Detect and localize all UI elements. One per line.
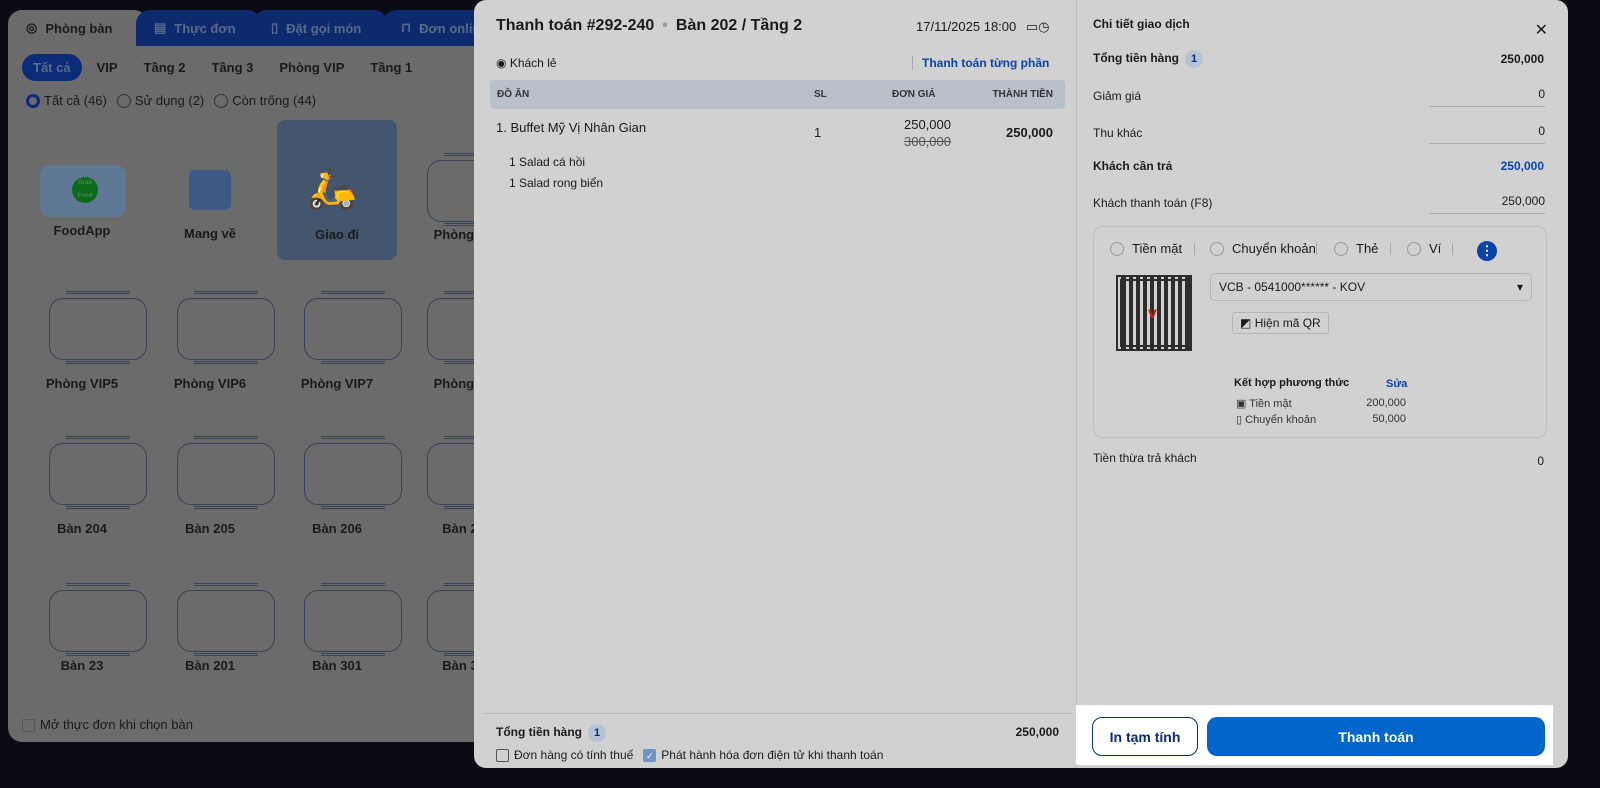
payment-method-box: Tiền mặt Chuyển khoản Thẻ Ví ⋮ v VCB - 0… <box>1093 226 1547 438</box>
transaction-detail: Chi tiết giao dịch ✕ Tổng tiền hàng 1 250… <box>1076 0 1568 768</box>
print-draft-button[interactable]: In tạm tính <box>1092 717 1198 756</box>
table-icon <box>177 436 275 509</box>
foodapp-icon: Grab Food <box>40 165 126 217</box>
table-icon <box>177 583 275 656</box>
order-panel: Thanh toán #292-240 • Bàn 202 / Tầng 2 17/… <box>474 0 1075 768</box>
customer-select[interactable]: ◉ Khách lẻ <box>496 56 557 70</box>
payment-title: Thanh toán #292-240 <box>496 17 655 34</box>
paid-input[interactable]: 250,000 <box>1429 189 1545 214</box>
filter-floor3[interactable]: Tầng 3 <box>200 54 264 81</box>
payment-dialog: Thanh toán #292-240 • Bàn 202 / Tầng 2 17/… <box>474 0 1568 768</box>
table-name: Bàn 202 / Tầng 2 <box>675 17 803 34</box>
table-icon: ◎ <box>26 20 38 35</box>
detail-title: Chi tiết giao dịch <box>1093 17 1190 31</box>
order-datetime: 17/11/2025 18:00 <box>916 19 1017 34</box>
filter-vip[interactable]: VIP <box>86 54 129 81</box>
chevron-down-icon: ▾ <box>1516 280 1523 294</box>
method-wallet[interactable]: Ví <box>1407 241 1441 256</box>
table-card[interactable]: Phòng VIP6 <box>150 273 275 413</box>
table-icon <box>304 436 402 509</box>
bag-icon: ⊓ <box>401 20 412 35</box>
table-card[interactable]: Bàn 301 <box>277 565 402 705</box>
main-tabs: ◎ Phòng bàn ▤ Thực đơn ▯ Đặt gọi món ⊓ Đơn o… <box>8 8 488 46</box>
table-icon <box>49 583 147 656</box>
detail-count-badge: 1 <box>1185 50 1203 68</box>
method-card[interactable]: Thẻ <box>1334 241 1378 256</box>
calendar-icon[interactable]: ▭ <box>1026 19 1038 34</box>
shopping-bag-icon <box>189 170 231 210</box>
table-card[interactable]: Bàn 205 <box>150 418 275 558</box>
table-panel: ◎ Phòng bàn ▤ Thực đơn ▯ Đặt gọi món ⊓ Đơn o… <box>8 8 488 742</box>
status-filters: Tất cả (46) Sử dụng (2) Còn trống (44) <box>26 93 316 108</box>
change-amount: 0 <box>1537 454 1544 468</box>
filter-vip-room[interactable]: Phòng VIP <box>268 54 355 81</box>
scooter-icon: 🛵 <box>307 167 357 211</box>
area-filters: Tất cả VIP Tầng 2 Tầng 3 Phòng VIP Tầng … <box>22 54 423 81</box>
discount-input[interactable]: 0 <box>1429 82 1545 107</box>
filter-floor2[interactable]: Tầng 2 <box>133 54 197 81</box>
table-card[interactable]: Bàn 204 <box>22 418 147 558</box>
menu-icon: ▤ <box>154 20 167 35</box>
table-icon <box>304 583 402 656</box>
external-icon: ◩ <box>1240 316 1252 330</box>
footer-total-label: Tổng tiền hàng <box>496 725 582 739</box>
close-icon[interactable]: ✕ <box>1535 20 1548 40</box>
status-free[interactable]: Còn trống (44) <box>214 93 316 108</box>
footer-total: 250,000 <box>1015 725 1059 739</box>
tab-menu[interactable]: ▤ Thực đơn <box>136 10 261 46</box>
status-all[interactable]: Tất cả (46) <box>26 93 107 108</box>
status-used[interactable]: Sử dụng (2) <box>116 93 204 108</box>
method-cash[interactable]: Tiền mặt <box>1110 241 1182 256</box>
more-methods-icon[interactable]: ⋮ <box>1477 241 1497 261</box>
table-card[interactable]: Bàn 206 <box>277 418 402 558</box>
cash-icon: ▣ <box>1236 398 1247 410</box>
filter-floor1[interactable]: Tầng 1 <box>359 54 423 81</box>
tab-online[interactable]: ⊓ Đơn online <box>383 10 488 46</box>
table-icon <box>177 291 275 364</box>
pay-button[interactable]: Thanh toán <box>1207 717 1545 756</box>
table-icon <box>304 291 402 364</box>
table-card[interactable]: Phòng VIP5 <box>22 273 147 413</box>
split-payment-link[interactable]: Thanh toán từng phần <box>912 56 1049 70</box>
item-count-badge: 1 <box>588 724 606 742</box>
table-card[interactable]: Bàn 23 <box>22 565 147 705</box>
delivery-card[interactable]: 🛵 Giao đi <box>277 120 397 260</box>
user-icon: ◉ <box>496 56 507 70</box>
table-icon <box>49 436 147 509</box>
clock-icon[interactable]: ◷ <box>1038 19 1049 34</box>
transfer-icon: ▯ <box>1236 414 1243 426</box>
method-transfer[interactable]: Chuyển khoản <box>1210 241 1316 256</box>
tax-checkbox[interactable]: Đơn hàng có tính thuế <box>496 748 633 763</box>
action-bar: In tạm tính Thanh toán <box>1076 705 1553 765</box>
qr-code-icon: v <box>1116 275 1192 351</box>
filter-all[interactable]: Tất cả <box>22 54 82 81</box>
order-table-header: ĐỒ ĂN SL ĐƠN GIÁ THÀNH TIỀN <box>490 80 1065 109</box>
amount-due: 250,000 <box>1500 159 1544 173</box>
open-menu-checkbox[interactable]: Mở thực đơn khi chọn bàn <box>22 717 193 733</box>
bank-account-select[interactable]: VCB - 0541000****** - KOV ▾ <box>1210 273 1532 301</box>
tab-order[interactable]: ▯ Đặt gọi món <box>253 10 388 46</box>
einvoice-checkbox[interactable]: ✓ Phát hành hóa đơn điện tử khi thanh toá… <box>643 748 883 763</box>
detail-total: 250,000 <box>1500 52 1544 66</box>
table-card[interactable]: Phòng VIP7 <box>277 273 402 413</box>
table-icon <box>49 291 147 364</box>
show-qr-button[interactable]: ◩ Hiện mã QR <box>1232 312 1329 334</box>
tab-tables[interactable]: ◎ Phòng bàn <box>8 10 148 46</box>
edit-combo-link[interactable]: Sửa <box>1386 378 1407 390</box>
table-card[interactable]: Bàn 201 <box>150 565 275 705</box>
foodapp-card[interactable]: Grab Food FoodApp <box>22 120 142 260</box>
other-fee-input[interactable]: 0 <box>1429 119 1545 144</box>
phone-order-icon: ▯ <box>271 20 279 35</box>
takeaway-card[interactable]: Mang về <box>150 120 270 260</box>
